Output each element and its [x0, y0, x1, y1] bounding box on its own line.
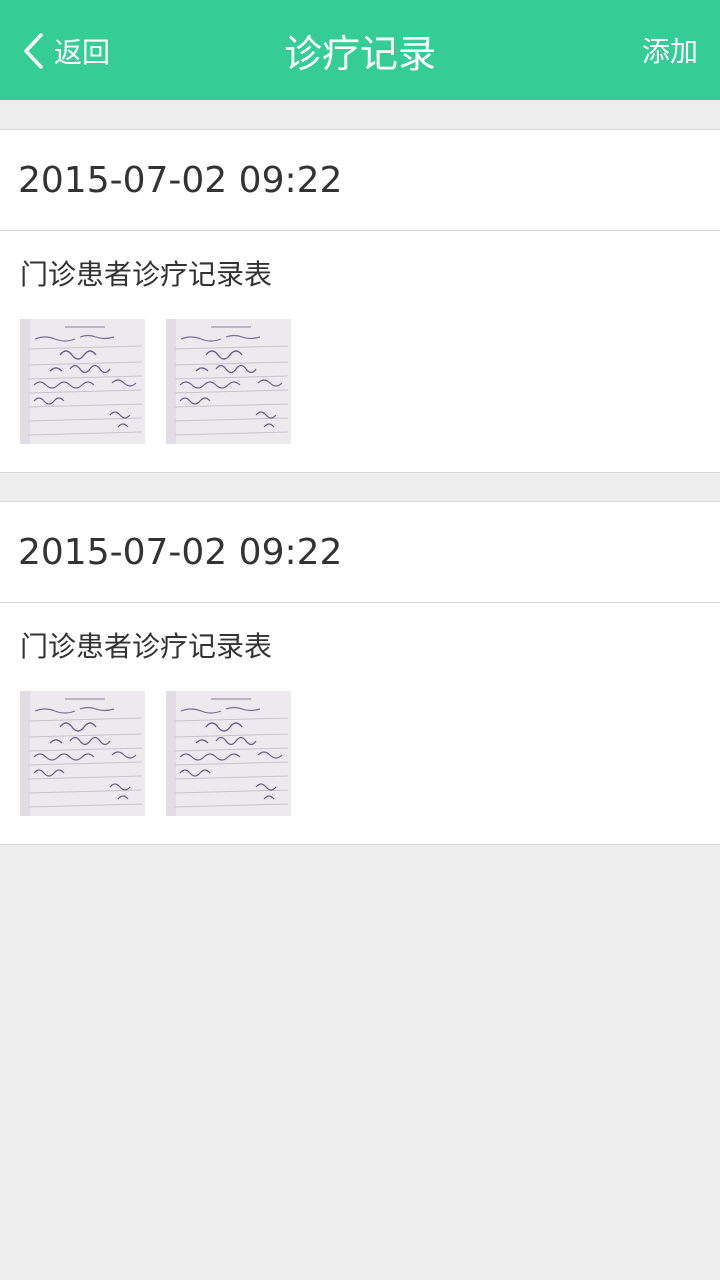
- record-body: 门诊患者诊疗记录表: [0, 231, 720, 472]
- record-card[interactable]: 2015-07-02 09:22 门诊患者诊疗记录表: [0, 501, 720, 845]
- record-list: 2015-07-02 09:22 门诊患者诊疗记录表 2015-07-02 09…: [0, 129, 720, 873]
- record-body: 门诊患者诊疗记录表: [0, 603, 720, 844]
- record-card[interactable]: 2015-07-02 09:22 门诊患者诊疗记录表: [0, 129, 720, 473]
- record-name: 门诊患者诊疗记录表: [20, 630, 273, 663]
- chevron-left-icon: [22, 32, 44, 70]
- record-image-list: [20, 691, 700, 816]
- record-photo-thumbnail[interactable]: [20, 319, 145, 444]
- add-button[interactable]: 添加: [642, 0, 698, 100]
- record-image-list: [20, 319, 700, 444]
- back-label: 返回: [54, 36, 111, 69]
- record-datetime: 2015-07-02 09:22: [0, 130, 720, 231]
- record-name: 门诊患者诊疗记录表: [20, 258, 273, 291]
- record-photo-thumbnail[interactable]: [166, 691, 291, 816]
- back-button[interactable]: 返回: [22, 26, 110, 76]
- record-datetime: 2015-07-02 09:22: [0, 502, 720, 603]
- page-title: 诊疗记录: [283, 31, 436, 76]
- record-photo-thumbnail[interactable]: [166, 319, 291, 444]
- record-photo-thumbnail[interactable]: [20, 691, 145, 816]
- nav-bar: 返回 诊疗记录 添加: [0, 0, 720, 100]
